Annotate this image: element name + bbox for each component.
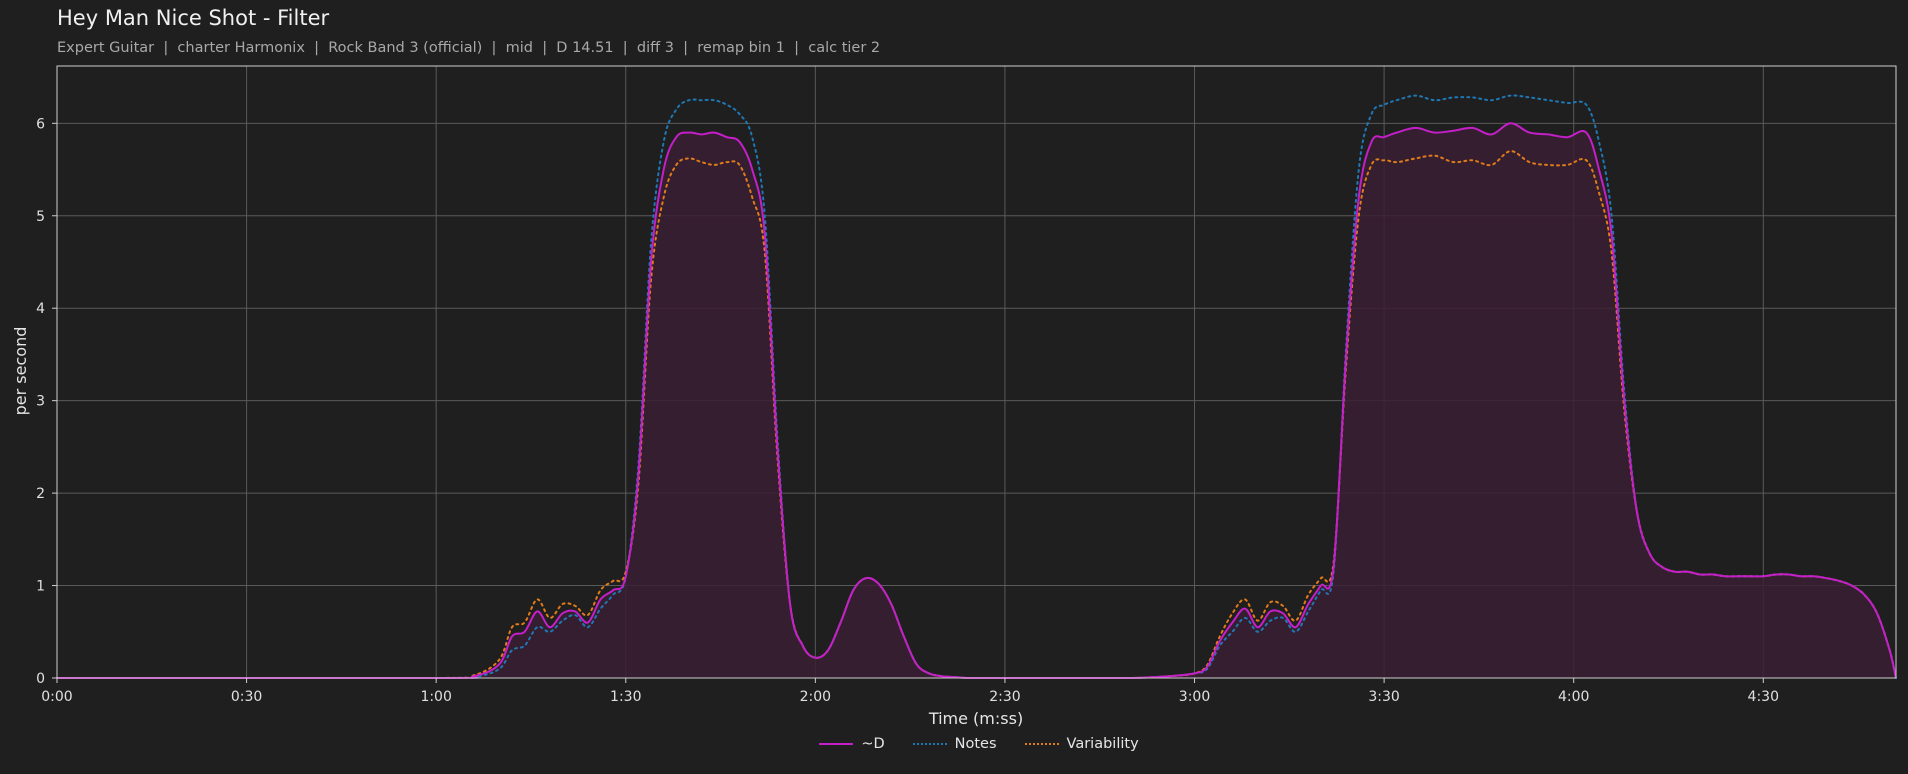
legend-label: ~D [861, 736, 885, 752]
x-tick-label: 2:30 [989, 689, 1020, 705]
x-tick-label: 2:00 [800, 689, 831, 705]
y-tick-label: 4 [36, 301, 45, 317]
x-axis-ticks: 0:00 0:30 1:00 1:30 2:00 2:30 3:00 3:30 4:00 4:30 [41, 678, 1779, 705]
x-tick-label: 1:00 [420, 689, 451, 705]
x-tick-label: 3:00 [1179, 689, 1210, 705]
y-tick-label: 6 [36, 116, 45, 132]
x-tick-label: 4:00 [1558, 689, 1589, 705]
legend-item: Notes [912, 736, 997, 752]
legend-item: Variability [1024, 736, 1139, 752]
x-tick-label: 0:30 [231, 689, 262, 705]
legend-label: Variability [1066, 736, 1139, 752]
y-tick-label: 1 [36, 579, 45, 595]
legend-swatch [819, 743, 854, 745]
y-tick-label: 3 [36, 394, 45, 410]
legend-swatch [912, 743, 947, 745]
x-tick-label: 0:00 [41, 689, 72, 705]
legend-item: ~D [819, 736, 885, 752]
x-axis-label: Time (m:ss) [928, 709, 1023, 728]
y-axis-label: per second [11, 327, 30, 416]
legend-swatch [1024, 743, 1059, 745]
y-tick-label: 0 [36, 671, 45, 687]
legend-label: Notes [954, 736, 997, 752]
x-tick-label: 4:30 [1748, 689, 1779, 705]
y-axis-ticks: 0 1 2 3 4 5 6 [36, 116, 57, 687]
line-chart: 0:00 0:30 1:00 1:30 2:00 2:30 3:00 3:30 4:00 4:30… [11, 65, 1897, 728]
legend: ~D Notes Variability [0, 736, 1908, 752]
x-tick-label: 1:30 [610, 689, 641, 705]
y-tick-label: 5 [36, 209, 45, 225]
y-tick-label: 2 [36, 486, 45, 502]
x-tick-label: 3:30 [1368, 689, 1399, 705]
